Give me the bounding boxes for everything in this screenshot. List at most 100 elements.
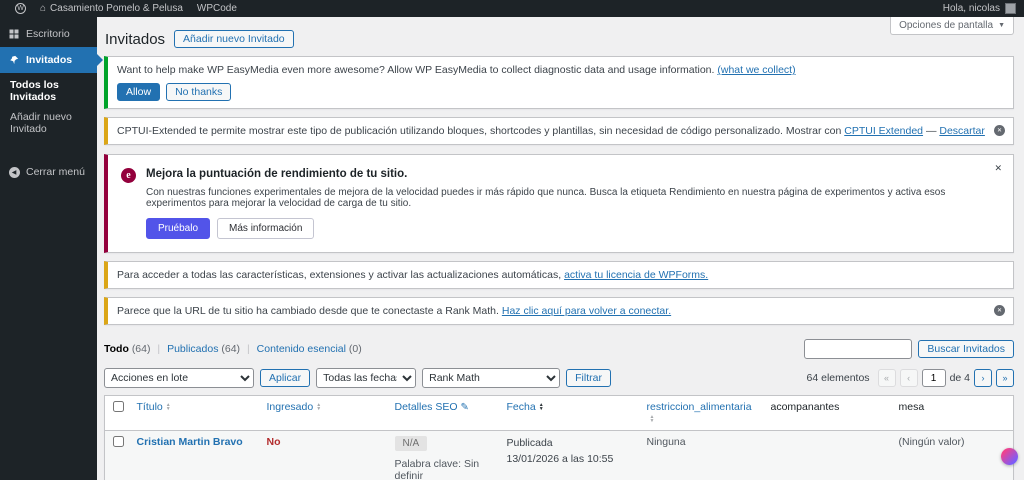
column-header-detalles-seo[interactable]: Detalles SEO ✎ — [388, 395, 501, 431]
site-name-menu[interactable]: ⌂ Casamiento Pomelo & Pelusa — [33, 0, 190, 17]
next-page-button[interactable]: › — [974, 369, 992, 387]
sort-icon: ▲ ▼ — [316, 402, 322, 413]
column-header-mesa: mesa — [892, 395, 1014, 431]
bulk-actions-select[interactable]: Acciones en lote — [104, 368, 254, 388]
notice-elementor-performance: e Mejora la puntuación de rendimiento de… — [104, 154, 1014, 253]
pagination: 64 elementos « ‹ de 4 › » — [807, 369, 1014, 387]
row-title-link[interactable]: Cristian Martin Bravo — [137, 436, 243, 448]
dashboard-icon — [8, 29, 20, 39]
collapse-icon: ◀ — [8, 166, 20, 178]
last-page-button[interactable]: » — [996, 369, 1014, 387]
wordpress-logo-icon: W — [15, 3, 26, 14]
column-header-fecha[interactable]: Fecha ▲ ▼ — [500, 395, 641, 431]
separator: | — [246, 343, 250, 355]
filter-button[interactable]: Filtrar — [566, 369, 611, 387]
view-todo[interactable]: Todo — [104, 343, 129, 355]
sidebar-item-invitados[interactable]: Invitados — [0, 47, 103, 73]
mas-informacion-button[interactable]: Más información — [217, 218, 315, 239]
page-title: Invitados — [105, 30, 166, 48]
search-invitados-button[interactable]: Buscar Invitados — [918, 340, 1014, 358]
seo-filter-select[interactable]: Rank Math — [422, 368, 561, 388]
publish-status: Publicada — [506, 437, 553, 449]
separator: | — [157, 343, 161, 355]
sort-icon: ▲ ▼ — [165, 402, 171, 413]
rankmath-reconnect-link[interactable]: Haz clic aquí para volver a conectar. — [502, 305, 671, 317]
collapse-label: Cerrar menú — [26, 166, 85, 178]
invitados-submenu: Todos los Invitados Añadir nuevo Invitad… — [0, 73, 97, 145]
ingresado-value: No — [266, 436, 281, 448]
items-count: 64 elementos — [806, 372, 870, 384]
home-icon: ⌂ — [40, 3, 47, 14]
pencil-icon: ✎ — [460, 402, 469, 413]
notice-text: Parece que la URL de tu sitio ha cambiad… — [117, 305, 502, 317]
sort-icon: ▲ ▼ — [538, 402, 544, 413]
screen-options-label: Opciones de pantalla — [899, 20, 994, 31]
restriccion-value: Ninguna — [646, 436, 686, 448]
wpcode-label: WPCode — [196, 3, 237, 14]
select-all-checkbox[interactable] — [113, 401, 124, 412]
notice-text: Para acceder a todas las características… — [117, 269, 565, 281]
sidebar-item-label: Invitados — [26, 54, 73, 66]
search-input[interactable] — [804, 339, 913, 359]
assistant-bubble[interactable] — [1001, 448, 1018, 465]
prev-page-button: ‹ — [899, 369, 918, 387]
wpforms-license-link[interactable]: activa tu licencia de WPForms. — [564, 269, 708, 281]
column-header-titulo[interactable]: Título ▲ ▼ — [130, 395, 261, 431]
site-name: Casamiento Pomelo & Pelusa — [50, 3, 183, 14]
wpcode-menu[interactable]: WPCode — [190, 0, 244, 17]
what-we-collect-link[interactable]: (what we collect) — [717, 64, 795, 76]
view-publicados[interactable]: Publicados — [167, 343, 218, 355]
close-icon[interactable]: ✕ — [994, 163, 1002, 174]
view-filters: Todo (64) | Publicados (64) | Contenido … — [104, 343, 362, 355]
notice-separator: — — [923, 125, 940, 137]
admin-menu: Escritorio Invitados Todos los Invitados… — [0, 17, 103, 480]
screen-options-button[interactable]: Opciones de pantalla ▼ — [890, 17, 1014, 35]
notice-easymedia: Want to help make WP EasyMedia even more… — [104, 56, 1014, 109]
mesa-value: (Ningún valor) — [898, 436, 965, 448]
avatar[interactable] — [1005, 3, 1016, 14]
elementor-logo-icon: e — [121, 168, 136, 183]
add-new-invitado-button[interactable]: Añadir nuevo Invitado — [174, 30, 294, 48]
view-publicados-count: (64) — [221, 343, 241, 355]
notice-rankmath: Parece que la URL de tu sitio ha cambiad… — [104, 297, 1014, 325]
account-greeting[interactable]: Hola, nicolas — [943, 3, 1000, 14]
dismiss-icon[interactable]: ✕ — [994, 305, 1005, 316]
wp-logo-menu[interactable]: W — [8, 0, 33, 17]
admin-bar: W ⌂ Casamiento Pomelo & Pelusa WPCode Ho… — [0, 0, 1024, 17]
allow-button[interactable]: Allow — [117, 83, 161, 101]
collapse-menu-button[interactable]: ◀ Cerrar menú — [0, 159, 97, 185]
sidebar-item-label: Escritorio — [26, 28, 70, 40]
first-page-button: « — [877, 369, 896, 387]
sidebar-item-anadir-nuevo-invitado[interactable]: Añadir nuevo Invitado — [0, 107, 97, 139]
pruebalo-button[interactable]: Pruébalo — [146, 218, 211, 239]
seo-keyword: Palabra clave: Sin definir — [394, 458, 480, 480]
notice-text: CPTUI-Extended te permite mostrar este t… — [117, 125, 845, 137]
column-header-acompanantes: acompanantes — [764, 395, 893, 431]
descartar-link[interactable]: Descartar — [939, 125, 985, 137]
cptui-extended-link[interactable]: CPTUI Extended — [844, 125, 923, 137]
total-pages-label: de 4 — [949, 372, 970, 384]
column-header-ingresado[interactable]: Ingresado ▲ ▼ — [260, 395, 389, 431]
view-contenido-esencial-count: (0) — [348, 343, 362, 355]
chevron-down-icon: ▼ — [998, 22, 1005, 29]
publish-date: 13/01/2026 a las 10:55 — [506, 452, 614, 465]
sidebar-item-todos-los-invitados[interactable]: Todos los Invitados — [0, 75, 97, 107]
view-contenido-esencial[interactable]: Contenido esencial — [257, 343, 346, 355]
sort-icon: ▲ ▼ — [649, 414, 655, 425]
dismiss-icon[interactable]: ✕ — [994, 125, 1005, 136]
dates-filter-select[interactable]: Todas las fechas — [316, 368, 417, 388]
notice-cptui: CPTUI-Extended te permite mostrar este t… — [104, 117, 1014, 145]
sidebar-item-escritorio[interactable]: Escritorio — [0, 21, 97, 47]
table-row: Cristian Martin Bravo No N/A Palabra cla… — [104, 430, 1014, 480]
notice-text: Con nuestras funciones experimentales de… — [146, 187, 946, 209]
no-thanks-button[interactable]: No thanks — [166, 83, 232, 101]
main-content: Opciones de pantalla ▼ Invitados Añadir … — [97, 17, 1024, 480]
pushpin-icon — [8, 55, 20, 65]
view-todo-count: (64) — [131, 343, 151, 355]
column-header-restriccion-alimentaria[interactable]: restriccion_alimentaria ▲ ▼ — [640, 395, 765, 431]
seo-score-badge: N/A — [394, 436, 428, 451]
apply-button[interactable]: Aplicar — [260, 369, 311, 387]
current-page-input[interactable] — [921, 369, 946, 387]
notice-text: Want to help make WP EasyMedia even more… — [117, 64, 718, 76]
row-checkbox[interactable] — [113, 436, 124, 447]
